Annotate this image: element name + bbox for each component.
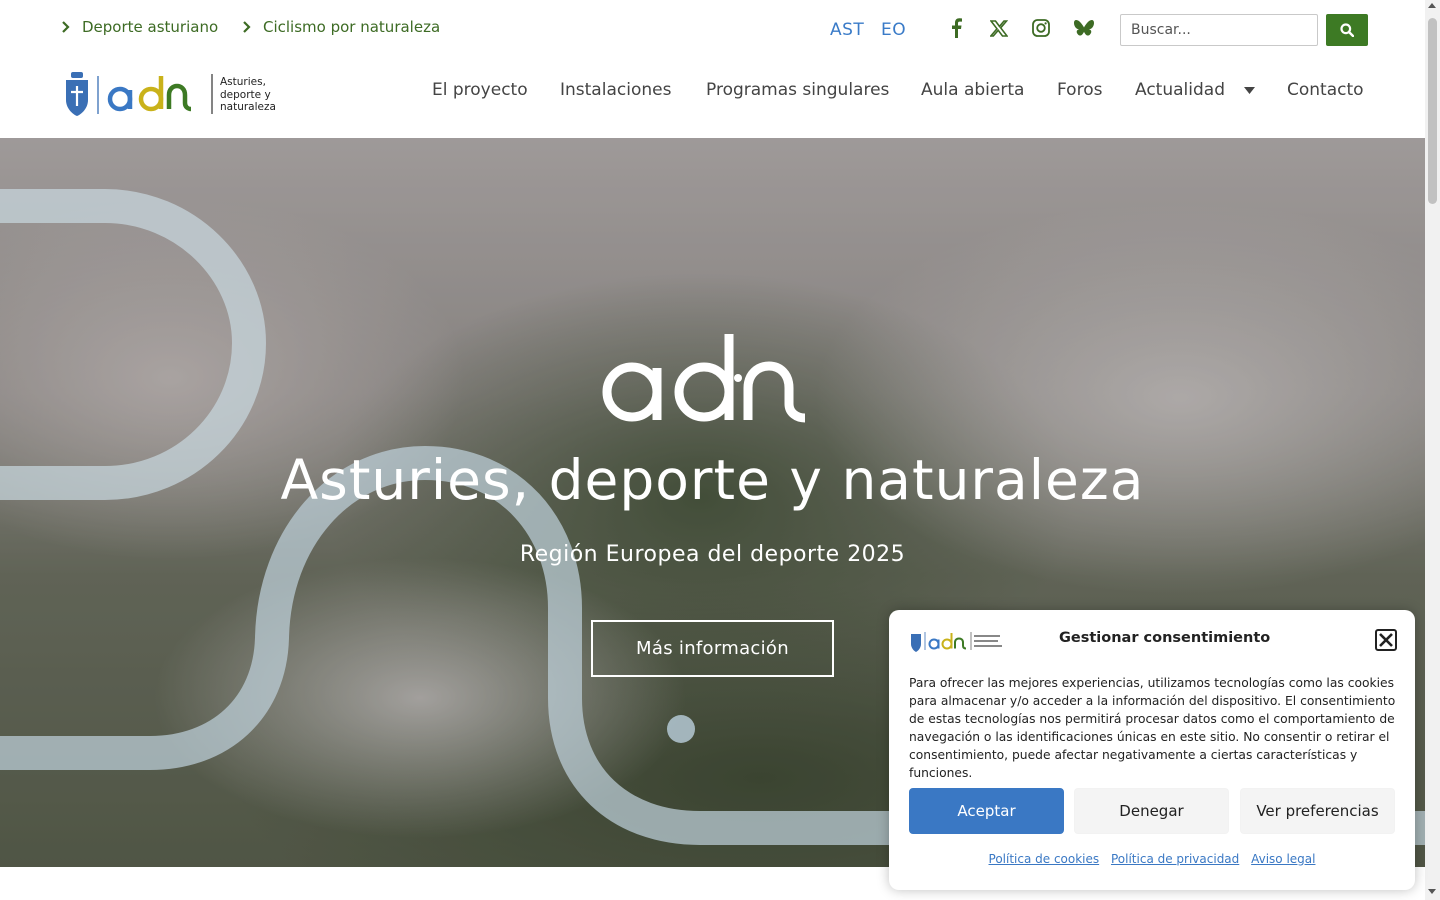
toplink-label: Deporte asturiano	[82, 18, 219, 36]
nav-actualidad[interactable]: Actualidad	[1135, 80, 1256, 100]
search-input[interactable]	[1120, 14, 1318, 46]
deny-button[interactable]: Denegar	[1074, 788, 1229, 834]
mas-informacion-button[interactable]: Más información	[591, 620, 834, 677]
tagline-line: deporte y	[220, 88, 271, 101]
close-icon	[1379, 633, 1393, 647]
scroll-down-arrow-icon[interactable]	[1428, 889, 1436, 894]
hero-adn-logo	[602, 334, 806, 423]
caret-down-icon	[1244, 86, 1256, 94]
site-logo[interactable]: Asturies, deporte y naturaleza	[64, 70, 280, 118]
page: Deporte asturiano Ciclismo por naturalez…	[0, 0, 1440, 900]
nav-instalaciones[interactable]: Instalaciones	[560, 80, 671, 100]
privacy-policy-link[interactable]: Política de privacidad	[1111, 852, 1239, 866]
bluesky-icon[interactable]	[1073, 17, 1095, 39]
instagram-icon[interactable]	[1030, 17, 1052, 39]
facebook-icon[interactable]	[945, 17, 967, 39]
coat-of-arms-icon	[66, 72, 88, 116]
view-preferences-button[interactable]: Ver preferencias	[1240, 788, 1395, 834]
legal-notice-link[interactable]: Aviso legal	[1251, 852, 1315, 866]
chevron-right-icon	[243, 21, 251, 33]
close-consent-button[interactable]	[1375, 629, 1397, 651]
lang-ast[interactable]: AST	[830, 20, 864, 40]
consent-text: Para ofrecer las mejores experiencias, u…	[909, 676, 1396, 780]
search-icon	[1340, 23, 1354, 37]
consent-logo	[911, 632, 1002, 652]
cookie-policy-link[interactable]: Política de cookies	[989, 852, 1100, 866]
lang-eo[interactable]: EO	[881, 20, 906, 40]
hero-title: Asturies, deporte y naturaleza	[280, 448, 1145, 512]
nav-el-proyecto[interactable]: El proyecto	[432, 80, 528, 100]
cookie-consent-dialog: Gestionar consentimiento Para ofrecer la…	[889, 610, 1415, 890]
logo-tagline: Asturies, deporte y naturaleza	[220, 76, 276, 114]
scrollbar-thumb[interactable]	[1428, 18, 1437, 204]
hero-subtitle: Región Europea del deporte 2025	[519, 542, 906, 567]
tagline-line: Asturies,	[220, 76, 266, 88]
nav-actualidad-label: Actualidad	[1135, 80, 1225, 100]
x-icon[interactable]	[988, 17, 1010, 39]
toplink-deporte-asturiano[interactable]: Deporte asturiano	[62, 18, 218, 36]
nav-programas-singulares[interactable]: Programas singulares	[706, 80, 889, 100]
toplink-label: Ciclismo por naturaleza	[263, 18, 441, 36]
tagline-line: naturaleza	[220, 101, 276, 113]
top-bar: Deporte asturiano Ciclismo por naturalez…	[0, 0, 1425, 60]
accept-button[interactable]: Aceptar	[909, 788, 1064, 834]
nav-contacto[interactable]: Contacto	[1287, 80, 1364, 100]
nav-foros[interactable]: Foros	[1057, 80, 1102, 100]
consent-links: Política de cookies Política de privacid…	[889, 852, 1415, 866]
chevron-right-icon	[62, 21, 70, 33]
search-button[interactable]	[1326, 14, 1368, 46]
nav-aula-abierta[interactable]: Aula abierta	[921, 80, 1024, 100]
toplink-ciclismo[interactable]: Ciclismo por naturaleza	[243, 18, 440, 36]
consent-title: Gestionar consentimiento	[1059, 630, 1271, 646]
scroll-up-arrow-icon[interactable]	[1428, 3, 1436, 8]
